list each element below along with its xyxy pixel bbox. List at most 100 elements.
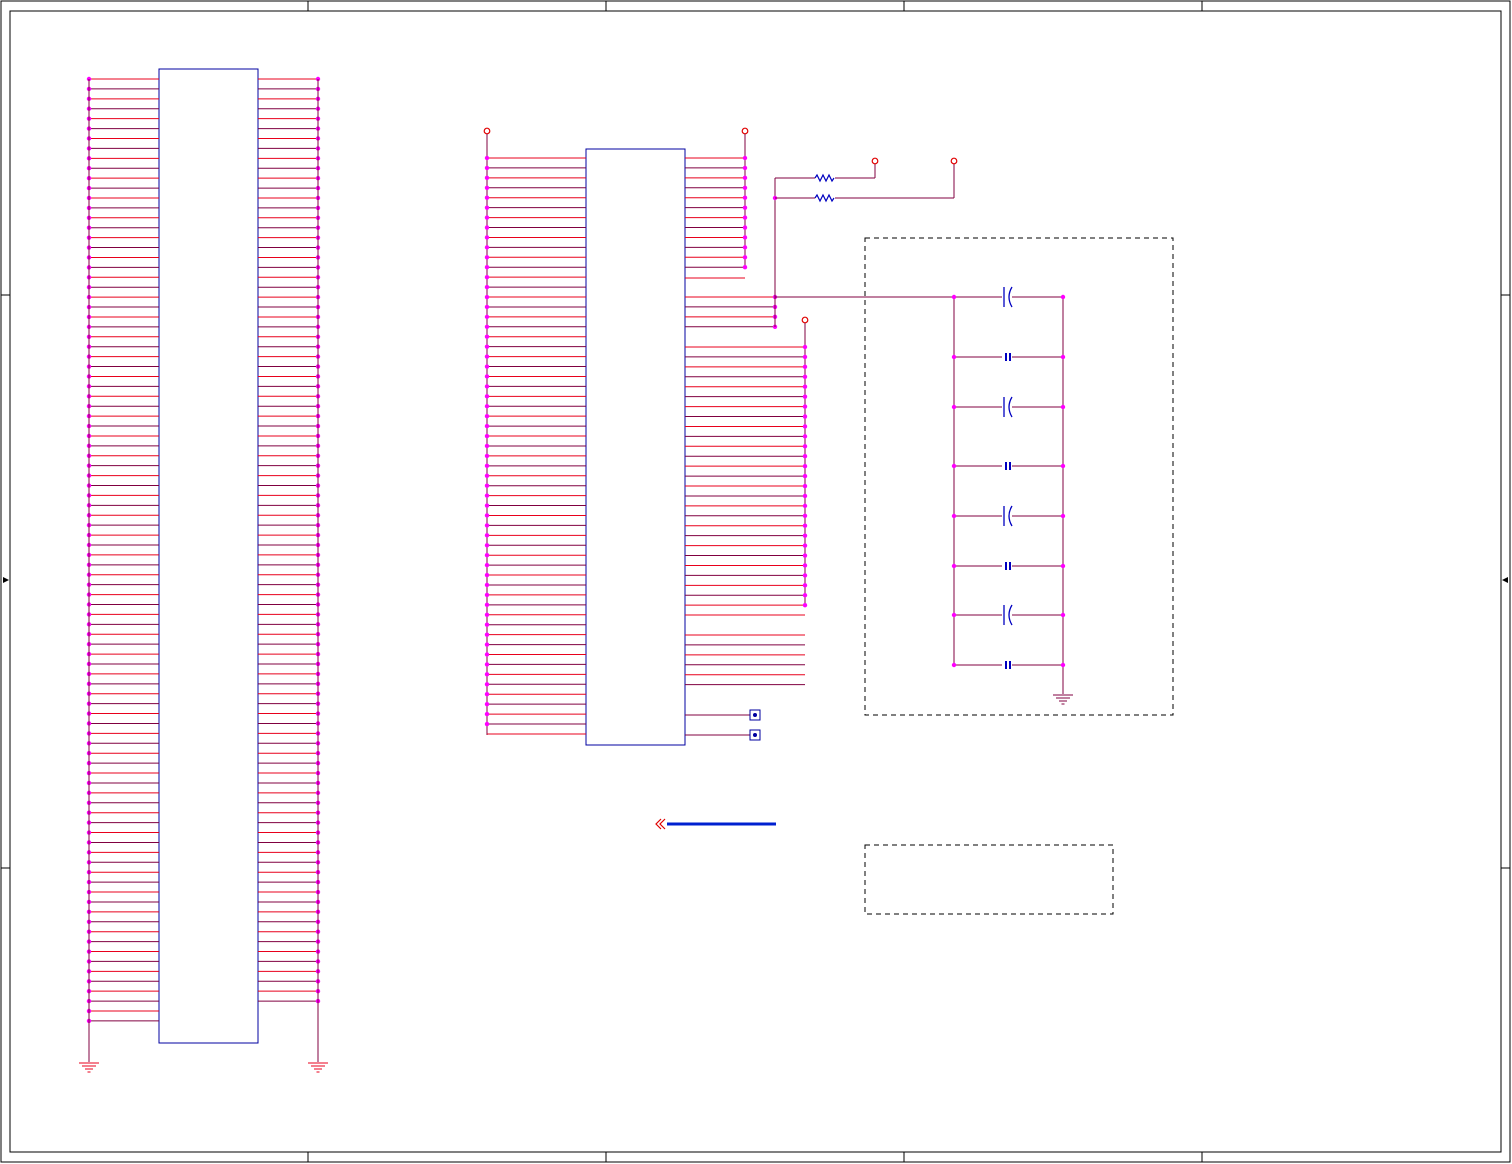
decoupling-dashed-box (864, 237, 1174, 716)
junction-dot (484, 463, 490, 469)
double-chevron-left-arrow-icon (655, 818, 666, 830)
cap-curved-plate (1008, 286, 1013, 308)
junction-dot (951, 404, 957, 410)
junction-dot (484, 533, 490, 538)
junction-dot (951, 612, 957, 618)
junction-dot (484, 423, 490, 429)
junction-dot (1060, 662, 1066, 668)
junction-dot (802, 573, 808, 578)
junction-dot (802, 454, 808, 459)
cap-plate (1005, 353, 1007, 361)
junction-dot (484, 483, 490, 488)
junction-dot (951, 513, 957, 519)
test-point-center (753, 713, 757, 717)
junction-dot (484, 195, 490, 200)
junction-dot (484, 602, 490, 608)
junction-dot (484, 314, 490, 320)
power-pin-icon (801, 316, 809, 324)
junction-dot (742, 205, 748, 210)
junction-dot (802, 503, 808, 509)
junction-dot (484, 443, 490, 449)
junction-dot (484, 672, 490, 677)
ground-icon (308, 1062, 328, 1073)
junction-dot (484, 692, 490, 697)
cap-plate (1005, 462, 1007, 470)
junction-dot (951, 563, 957, 569)
ceramic-capacitor-icon (1005, 462, 1011, 470)
junction-dot (802, 364, 808, 370)
junction-dot (484, 374, 490, 379)
junction-dot (951, 662, 957, 668)
cap-plate (1009, 462, 1011, 470)
junction-dot (484, 572, 490, 578)
junction-dot (742, 225, 748, 230)
junction-dot (484, 513, 490, 518)
junction-dot (802, 414, 808, 419)
junction-dot (484, 493, 490, 498)
junction-dot (484, 294, 490, 300)
connector-middle (483, 127, 809, 746)
junction-dot (484, 553, 490, 558)
annotations (655, 818, 1114, 915)
polarized-capacitor-icon (1003, 396, 1013, 418)
junction-dot (1060, 563, 1066, 569)
connector-left-body (158, 68, 259, 1044)
junction-dot (802, 354, 808, 360)
junction-dot (484, 284, 490, 290)
junction-dot (484, 652, 490, 657)
junction-dot (484, 175, 490, 181)
polarized-capacitor-icon (1003, 505, 1013, 527)
junction-dot (484, 711, 490, 717)
junction-dot (802, 593, 808, 598)
resistor-icon (814, 193, 835, 203)
junction-dot (484, 562, 490, 568)
junction-dot (742, 175, 748, 181)
junction-dot (484, 612, 490, 617)
junction-dot (951, 354, 957, 360)
zone-arrow-right-icon (1502, 577, 1508, 583)
connector-middle-body (585, 148, 686, 746)
power-pin-icon (741, 127, 749, 135)
junction-dot (484, 384, 490, 389)
ground-icon (79, 1062, 99, 1073)
schematic-sheet (0, 0, 1511, 1163)
junction-dot (1060, 404, 1066, 410)
junction-dot (484, 165, 490, 171)
junction-dot (802, 463, 808, 469)
junction-dot (802, 344, 808, 350)
junction-dot (484, 682, 490, 687)
cap-plate (1005, 562, 1007, 570)
cap-curved-plate (1008, 396, 1013, 418)
power-pin-icon (871, 157, 879, 165)
junction-dot (802, 424, 808, 429)
inner-border (9, 10, 1502, 1153)
ceramic-capacitor-icon (1005, 661, 1011, 669)
junction-dot (484, 324, 490, 330)
junction-dot (484, 364, 490, 369)
note-dashed-box (864, 844, 1114, 915)
junction-dot (484, 592, 490, 598)
junction-dot (802, 513, 808, 519)
junction-dot (1060, 612, 1066, 618)
junction-dot (802, 473, 808, 479)
ground-icon (1053, 694, 1073, 705)
junction-dot (1060, 294, 1066, 300)
decoupling-capacitor-group (864, 237, 1174, 716)
junction-dot (742, 265, 748, 270)
junction-dot (484, 274, 490, 280)
junction-dot (484, 473, 490, 478)
junction-dot (484, 225, 490, 230)
junction-dot (742, 245, 748, 250)
junction-dot (484, 235, 490, 240)
junction-dot (802, 434, 808, 439)
junction-dot (484, 523, 490, 528)
junction-dot (951, 294, 957, 300)
junction-dot (742, 195, 748, 200)
junction-dot (484, 503, 490, 508)
junction-dot (742, 155, 748, 161)
junction-dot (484, 642, 490, 647)
junction-dot (742, 235, 748, 240)
junction-dot (802, 602, 808, 608)
cap-curved-plate (1008, 604, 1013, 626)
junction-dot (1060, 463, 1066, 469)
